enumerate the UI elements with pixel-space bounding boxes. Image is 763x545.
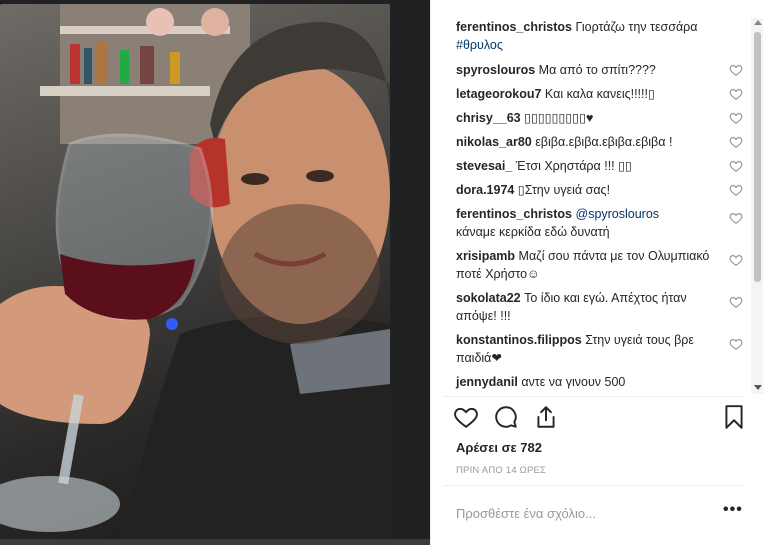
post-actions (453, 404, 749, 434)
comment-like-heart-icon[interactable] (729, 135, 743, 149)
comment-like-heart-icon[interactable] (729, 111, 743, 125)
comment-item: chrisy__63 ▯▯▯▯▯▯▯▯▯♥ (431, 109, 751, 127)
comment-text: Και καλα κανεις!!!!!▯ (544, 87, 655, 101)
comment-like-heart-icon[interactable] (729, 295, 743, 309)
comment-text: ▯Στην υγειά σας! (517, 183, 611, 197)
comment-like-heart-icon[interactable] (729, 253, 743, 267)
comment-item: letageorokou7 Και καλα κανεις!!!!!▯ (431, 85, 751, 103)
post-caption: ferentinos_christos Γιορτάζω την τεσσάρα… (431, 18, 751, 54)
more-options-icon[interactable]: ••• (723, 502, 745, 520)
comment-text: Μα από το σπίτι???? (538, 63, 656, 77)
comment-like-heart-icon[interactable] (729, 337, 743, 351)
comment-username[interactable]: spyroslouros (456, 63, 535, 77)
comment-like-heart-icon[interactable] (729, 183, 743, 197)
bookmark-icon[interactable] (721, 404, 749, 432)
comment-username[interactable]: letageorokou7 (456, 87, 541, 101)
comment-username[interactable]: sokolata22 (456, 291, 521, 305)
comment-item: ferentinos_christos @spyroslouros κάναμε… (431, 205, 751, 241)
comment-mention[interactable]: @spyroslouros (576, 207, 660, 221)
post-photo-image (0, 4, 390, 539)
likes-count[interactable]: Αρέσει σε 782 (456, 440, 542, 455)
caption-text: Γιορτάζω την τεσσάρα (575, 20, 698, 34)
comment-like-heart-icon[interactable] (729, 211, 743, 225)
comment-username[interactable]: nikolas_ar80 (456, 135, 532, 149)
add-comment-input[interactable] (456, 504, 686, 522)
comment-bubble-icon[interactable] (493, 404, 521, 432)
scroll-down-arrow-icon[interactable] (754, 385, 762, 390)
comment-username[interactable]: konstantinos.filippos (456, 333, 582, 347)
comment-text: Έτσι Χρηστάρα !!! ▯▯ (515, 159, 632, 173)
comments-panel: ferentinos_christos Γιορτάζω την τεσσάρα… (430, 0, 763, 545)
post-photo[interactable] (0, 4, 390, 539)
comment-username[interactable]: chrisy__63 (456, 111, 521, 125)
comment-username[interactable]: dora.1974 (456, 183, 514, 197)
comment-item: nikolas_ar80 εβιβα.εβιβα.εβιβα.εβιβα ! (431, 133, 751, 151)
comment-like-heart-icon[interactable] (729, 63, 743, 77)
scroll-up-arrow-icon[interactable] (754, 20, 762, 25)
comment-text: αντε να γινουν 500 (521, 375, 626, 389)
share-upload-icon[interactable] (533, 404, 561, 432)
like-heart-icon[interactable] (453, 404, 481, 432)
divider (443, 485, 743, 486)
caption-username[interactable]: ferentinos_christos (456, 20, 572, 34)
comment-item: jennydanil αντε να γινουν 500 (431, 373, 751, 391)
comment-item: konstantinos.filippos Στην υγειά τους βρ… (431, 331, 751, 367)
comment-item: spyroslouros Μα από το σπίτι???? (431, 61, 751, 79)
comments-scrollbar[interactable] (751, 18, 763, 394)
caption-hashtag[interactable]: #θρυλος (456, 38, 503, 52)
comment-like-heart-icon[interactable] (729, 159, 743, 173)
post-timestamp[interactable]: ΠΡΙΝ ΑΠΟ 14 ΩΡΕΣ (456, 465, 546, 476)
comment-username[interactable]: jennydanil (456, 375, 518, 389)
scroll-thumb[interactable] (754, 32, 761, 282)
comment-item: stevesai_ Έτσι Χρηστάρα !!! ▯▯ (431, 157, 751, 175)
comments-list[interactable]: ferentinos_christos Γιορτάζω την τεσσάρα… (431, 18, 751, 394)
comment-username[interactable]: ferentinos_christos (456, 207, 572, 221)
divider (443, 396, 743, 397)
comment-text: κάναμε κερκίδα εδώ δυνατή (456, 225, 610, 239)
comment-username[interactable]: xrisipamb (456, 249, 515, 263)
comment-item: xrisipamb Μαζί σου πάντα με τον Ολυμπιακ… (431, 247, 751, 283)
photo-bottom-strip (0, 539, 430, 545)
comment-text: εβιβα.εβιβα.εβιβα.εβιβα ! (535, 135, 673, 149)
comment-like-heart-icon[interactable] (729, 87, 743, 101)
comment-item: sokolata22 Το ίδιο και εγώ. Απέχτος ήταν… (431, 289, 751, 325)
comment-item: dora.1974 ▯Στην υγειά σας! (431, 181, 751, 199)
comment-text: ▯▯▯▯▯▯▯▯▯♥ (524, 111, 594, 125)
comment-username[interactable]: stevesai_ (456, 159, 512, 173)
